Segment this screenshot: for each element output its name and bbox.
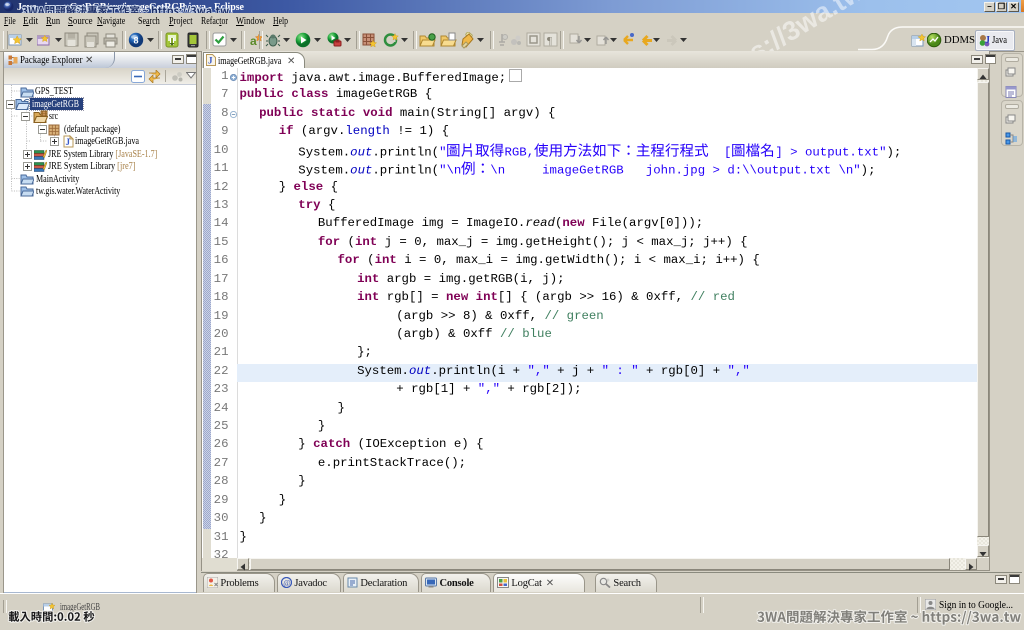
svg-text:8: 8 <box>133 36 138 46</box>
svg-text:@: @ <box>283 579 290 588</box>
svg-text:a: a <box>250 34 257 48</box>
svg-text:¶: ¶ <box>547 35 552 47</box>
svg-text:J: J <box>985 35 990 46</box>
svg-text:J: J <box>66 137 71 147</box>
svg-text:J: J <box>208 55 213 65</box>
